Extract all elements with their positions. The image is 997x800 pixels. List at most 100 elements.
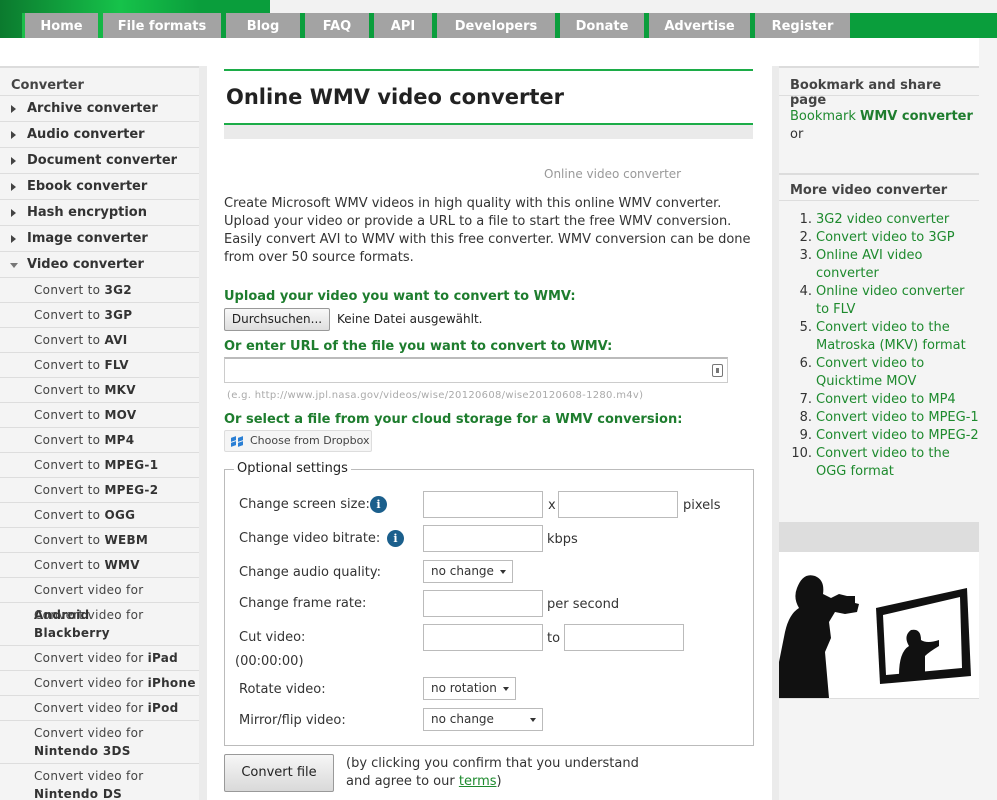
bookmark-prefix: Bookmark <box>790 109 860 124</box>
more-converter-item: 4. Online video converter to FLV <box>779 283 979 319</box>
bookmark-heading: Bookmark and share page <box>779 66 979 108</box>
cut-end-input[interactable] <box>564 624 684 651</box>
convert-file-button[interactable]: Convert file <box>224 754 334 792</box>
sidebar-item-audio[interactable]: Audio converter <box>0 122 199 148</box>
more-converter-link[interactable]: Online AVI video converter <box>816 248 923 281</box>
sidebar-item-video[interactable]: Video converter <box>0 252 199 278</box>
screen-height-input[interactable] <box>558 491 678 518</box>
sidebar-subitem[interactable]: Convert to 3G2 <box>0 278 199 303</box>
nav-api[interactable]: API <box>374 13 432 38</box>
mirror-label: Mirror/flip video: <box>239 713 346 728</box>
sidebar-item-hash[interactable]: Hash encryption <box>0 200 199 226</box>
sidebar-subitem[interactable]: Convert video for Blackberry <box>0 603 199 646</box>
form-fill-icon[interactable] <box>712 364 723 377</box>
subitem-format: MOV <box>104 408 137 422</box>
more-converter-link[interactable]: Convert video to MP4 <box>816 392 956 407</box>
sidebar-subitem[interactable]: Convert video for Nintendo DS <box>0 764 199 800</box>
subitem-prefix: Convert video for <box>34 701 148 715</box>
subitem-prefix: Convert to <box>34 283 105 297</box>
screen-size-x: x <box>548 498 556 513</box>
terms-link[interactable]: terms <box>459 774 497 789</box>
list-number: 6. <box>799 356 812 371</box>
dropbox-button[interactable]: Choose from Dropbox <box>224 430 372 452</box>
bitrate-input[interactable] <box>423 525 543 552</box>
more-converter-link[interactable]: Convert video to the Matroska (MKV) form… <box>816 320 966 353</box>
sidebar-subitem[interactable]: Convert to OGG <box>0 503 199 528</box>
more-converters-heading: More video converter <box>779 173 979 201</box>
optional-settings: Optional settings Change screen size: i … <box>224 461 754 746</box>
sidebar-subitem[interactable]: Convert video for iPad <box>0 646 199 671</box>
subitem-prefix: Convert to <box>34 408 105 422</box>
subitem-format: MPEG-2 <box>104 483 159 497</box>
nav-register[interactable]: Register <box>755 13 850 38</box>
frame-rate-input[interactable] <box>423 590 543 617</box>
dropbox-button-label: Choose from Dropbox <box>250 434 370 447</box>
sidebar-subitem[interactable]: Convert video for Nintendo 3DS <box>0 721 199 764</box>
more-converter-link[interactable]: Convert video to 3GP <box>816 230 955 245</box>
nav-developers[interactable]: Developers <box>437 13 555 38</box>
sidebar-item-label: Image converter <box>27 231 148 246</box>
audio-quality-select[interactable]: no change <box>423 560 513 583</box>
bookmark-link[interactable]: Bookmark WMV converter <box>790 109 973 124</box>
sidebar-subitem[interactable]: Convert to MOV <box>0 403 199 428</box>
nav-faq[interactable]: FAQ <box>305 13 369 38</box>
browse-file-button[interactable]: Durchsuchen... <box>224 308 330 331</box>
subitem-format: 3GP <box>104 308 133 322</box>
more-converter-link[interactable]: Convert video to Quicktime MOV <box>816 356 924 389</box>
sidebar-subitem[interactable]: Convert video for Android <box>0 578 199 622</box>
nav-advertise[interactable]: Advertise <box>649 13 750 38</box>
sidebar-subitem[interactable]: Convert to AVI <box>0 328 199 353</box>
sidebar-subitem[interactable]: Convert video for iPod <box>0 696 199 721</box>
more-converter-item: 3. Online AVI video converter <box>779 247 979 283</box>
sidebar-subitem[interactable]: Convert video for iPhone <box>0 671 199 696</box>
page-scrollbar[interactable] <box>979 38 997 800</box>
more-converter-item: 9. Convert video to MPEG-2 <box>779 427 979 445</box>
subitem-format: Nintendo DS <box>34 787 123 800</box>
more-converter-link[interactable]: Convert video to the OGG format <box>816 446 950 479</box>
nav-file-formats[interactable]: File formats <box>103 13 221 38</box>
rotate-value: no rotation <box>431 681 497 695</box>
info-icon[interactable]: i <box>370 496 387 513</box>
sidebar-subitem[interactable]: Convert to MPEG-2 <box>0 478 199 503</box>
sidebar-item-ebook[interactable]: Ebook converter <box>0 174 199 200</box>
url-input[interactable] <box>224 357 728 383</box>
cut-start-input[interactable] <box>423 624 543 651</box>
subitem-format: MPEG-1 <box>104 458 159 472</box>
subitem-format: OGG <box>104 508 136 522</box>
more-converter-link[interactable]: Convert video to MPEG-2 <box>816 428 979 443</box>
sidebar-subitem[interactable]: Convert to FLV <box>0 353 199 378</box>
sidebar-subitem[interactable]: Convert to MKV <box>0 378 199 403</box>
subitem-prefix: Convert to <box>34 558 105 572</box>
sidebar-subitem[interactable]: Convert to MPEG-1 <box>0 453 199 478</box>
info-icon[interactable]: i <box>387 530 404 547</box>
more-converter-link[interactable]: Online video converter to FLV <box>816 284 965 317</box>
sidebar-item-archive[interactable]: Archive converter <box>0 96 199 122</box>
nav-donate[interactable]: Donate <box>560 13 644 38</box>
settings-legend: Optional settings <box>234 461 351 476</box>
rotate-select[interactable]: no rotation <box>423 677 516 700</box>
more-converter-link[interactable]: 3G2 video converter <box>816 212 949 227</box>
mirror-select[interactable]: no change <box>423 708 543 731</box>
sidebar-item-document[interactable]: Document converter <box>0 148 199 174</box>
list-number: 1. <box>799 212 812 227</box>
list-number: 9. <box>799 428 812 443</box>
more-converter-link[interactable]: Convert video to MPEG-1 <box>816 410 979 425</box>
nav-home[interactable]: Home <box>22 13 98 38</box>
right-sidebar: Bookmark and share page Bookmark WMV con… <box>779 66 979 800</box>
chevron-down-icon <box>10 263 18 268</box>
subitem-format: iPod <box>147 701 179 715</box>
sidebar-subitem[interactable]: Convert to 3GP <box>0 303 199 328</box>
audio-quality-label: Change audio quality: <box>239 565 381 580</box>
subitem-prefix: Convert to <box>34 383 105 397</box>
dropbox-icon <box>231 436 244 447</box>
cut-video-format: (00:00:00) <box>235 654 304 669</box>
sidebar-subitem[interactable]: Convert to WEBM <box>0 528 199 553</box>
sidebar-subitem[interactable]: Convert to MP4 <box>0 428 199 453</box>
screen-width-input[interactable] <box>423 491 543 518</box>
sidebar-item-image[interactable]: Image converter <box>0 226 199 252</box>
audio-quality-value: no change <box>431 564 494 578</box>
sidebar-subitem[interactable]: Convert to WMV <box>0 553 199 578</box>
nav-blog[interactable]: Blog <box>226 13 300 38</box>
subitem-format: iPad <box>147 651 179 665</box>
chevron-right-icon <box>11 183 16 191</box>
